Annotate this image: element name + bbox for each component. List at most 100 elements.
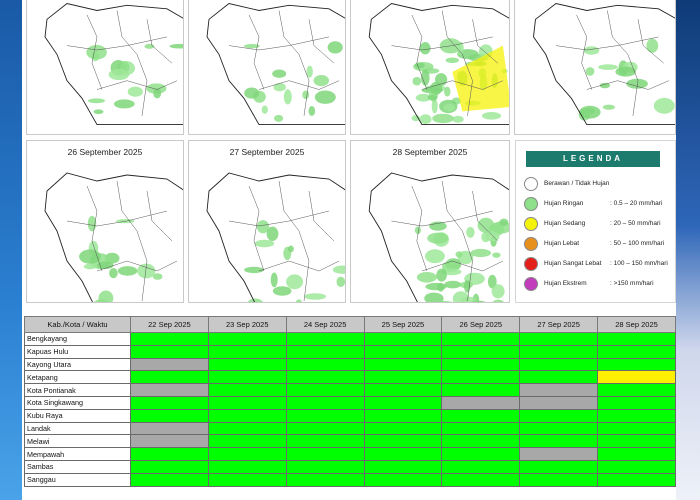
rain-area bbox=[247, 298, 264, 302]
rain-area bbox=[286, 274, 304, 290]
forecast-cell bbox=[441, 447, 521, 461]
rain-area bbox=[283, 89, 292, 105]
forecast-cell bbox=[285, 459, 365, 474]
forecast-cell bbox=[130, 395, 209, 410]
forecast-map: 28 September 2025 bbox=[350, 140, 510, 303]
rain-area bbox=[273, 83, 286, 92]
forecast-cell bbox=[363, 395, 443, 410]
rain-area bbox=[313, 75, 329, 87]
forecast-cell bbox=[597, 344, 676, 359]
forecast-map bbox=[350, 0, 510, 135]
legend-swatch bbox=[524, 277, 538, 291]
rain-area bbox=[244, 87, 260, 99]
forecast-cell bbox=[285, 447, 365, 461]
rain-area bbox=[419, 114, 432, 125]
rain-area bbox=[412, 76, 422, 86]
legend-swatch bbox=[524, 217, 538, 231]
forecast-cell bbox=[519, 408, 599, 423]
forecast-cell bbox=[519, 447, 599, 461]
forecast-cell bbox=[519, 357, 599, 372]
region-name: Ketapang bbox=[24, 370, 131, 385]
left-background-strip bbox=[0, 0, 22, 500]
rain-area bbox=[444, 86, 451, 97]
header-date: 25 Sep 2025 bbox=[363, 316, 443, 333]
rain-area bbox=[261, 105, 268, 114]
legend-item: Hujan Lebat : 50 – 100 mm/hari bbox=[524, 237, 674, 251]
forecast-cell bbox=[363, 434, 443, 449]
header-date: 23 Sep 2025 bbox=[207, 316, 287, 333]
table-row: Bengkayang bbox=[24, 332, 676, 346]
rain-area bbox=[491, 284, 505, 299]
forecast-cell bbox=[441, 357, 521, 372]
forecast-cell bbox=[519, 383, 599, 397]
rain-area bbox=[244, 266, 264, 274]
forecast-cell bbox=[130, 421, 209, 436]
table-row: Melawi bbox=[24, 434, 676, 449]
rain-area bbox=[327, 41, 343, 54]
rain-area bbox=[414, 226, 421, 235]
rain-area bbox=[477, 217, 495, 233]
forecast-cell bbox=[441, 395, 521, 410]
rain-area bbox=[117, 266, 138, 276]
legend-range: : 50 – 100 mm/hari bbox=[610, 240, 665, 247]
forecast-cell bbox=[285, 434, 365, 449]
forecast-cell bbox=[597, 408, 676, 423]
forecast-cell bbox=[441, 459, 521, 474]
rain-area bbox=[455, 251, 463, 258]
region-map bbox=[44, 172, 183, 302]
forecast-cell bbox=[519, 395, 599, 410]
forecast-cell bbox=[519, 370, 599, 385]
rain-area bbox=[79, 249, 101, 264]
forecast-map bbox=[26, 0, 184, 135]
forecast-map bbox=[514, 0, 676, 135]
forecast-cell bbox=[363, 421, 443, 436]
table-header-row: Kab./Kota / Waktu 22 Sep 2025 23 Sep 202… bbox=[24, 316, 676, 333]
legend-label: Hujan Sedang bbox=[544, 220, 586, 227]
forecast-cell bbox=[130, 332, 209, 346]
forecast-cell bbox=[130, 344, 209, 359]
rain-area bbox=[481, 112, 502, 120]
forecast-cell bbox=[130, 434, 209, 449]
region-map bbox=[206, 172, 345, 302]
regency-border bbox=[248, 14, 265, 90]
forecast-cell bbox=[207, 370, 287, 385]
forecast-cell bbox=[207, 434, 287, 449]
header-date: 22 Sep 2025 bbox=[130, 316, 209, 333]
regency-border bbox=[228, 210, 330, 227]
forecast-cell bbox=[519, 472, 599, 487]
rain-area bbox=[306, 65, 313, 78]
forecast-cell bbox=[207, 395, 287, 410]
rain-area bbox=[437, 282, 445, 292]
forecast-cell bbox=[597, 472, 676, 487]
rain-area bbox=[86, 45, 107, 60]
legend-swatch bbox=[524, 237, 538, 251]
forecast-cell bbox=[363, 383, 443, 397]
forecast-cell bbox=[363, 357, 443, 372]
forecast-table-container: Kab./Kota / Waktu 22 Sep 2025 23 Sep 202… bbox=[24, 316, 676, 487]
regency-border bbox=[116, 180, 148, 302]
forecast-cell bbox=[130, 357, 209, 372]
rain-area bbox=[466, 226, 475, 238]
region-map bbox=[533, 3, 675, 126]
legend-label: Berawan / Tidak Hujan bbox=[544, 180, 610, 187]
forecast-cell bbox=[363, 408, 443, 423]
rain-area bbox=[427, 95, 438, 100]
forecast-cell bbox=[519, 344, 599, 359]
region-name: Kayong Utara bbox=[24, 357, 131, 372]
table-row: Ketapang bbox=[24, 370, 676, 385]
legend-swatch bbox=[524, 197, 538, 211]
table-row: Kapuas Hulu bbox=[24, 344, 676, 359]
rain-area bbox=[443, 103, 455, 112]
rain-area bbox=[97, 261, 114, 270]
forecast-cell bbox=[441, 421, 521, 436]
rain-area bbox=[499, 218, 509, 226]
legend-label: Hujan Ekstrem bbox=[544, 280, 587, 287]
region-map bbox=[44, 3, 183, 126]
legend-range: : 0.5 – 20 mm/hari bbox=[610, 200, 663, 207]
legend-swatch bbox=[524, 257, 538, 271]
forecast-map: 26 September 2025 bbox=[26, 140, 184, 303]
forecast-cell bbox=[597, 459, 676, 474]
province-outline bbox=[44, 172, 183, 302]
rain-area bbox=[274, 114, 284, 122]
region-name: Bengkayang bbox=[24, 332, 131, 346]
